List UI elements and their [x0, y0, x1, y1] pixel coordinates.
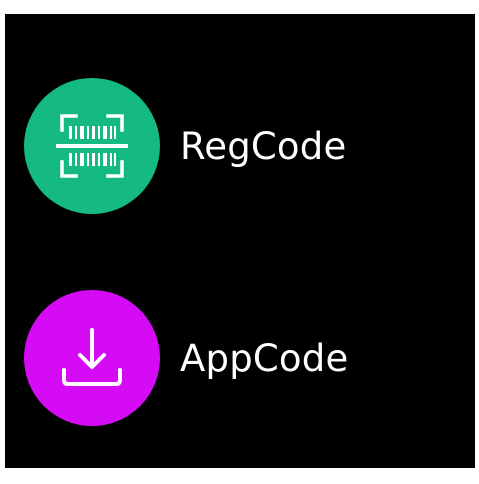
barcode-scan-icon: [56, 114, 128, 178]
menu-item-appcode[interactable]: AppCode: [24, 290, 464, 426]
menu-item-label-appcode: AppCode: [180, 336, 349, 380]
download-icon: [62, 328, 122, 386]
regcode-icon-badge: [24, 78, 160, 214]
appcode-icon-badge: [24, 290, 160, 426]
menu-item-regcode[interactable]: RegCode: [24, 78, 464, 214]
menu-item-label-regcode: RegCode: [180, 124, 347, 168]
watch-screen: RegCode AppCode: [5, 14, 475, 468]
